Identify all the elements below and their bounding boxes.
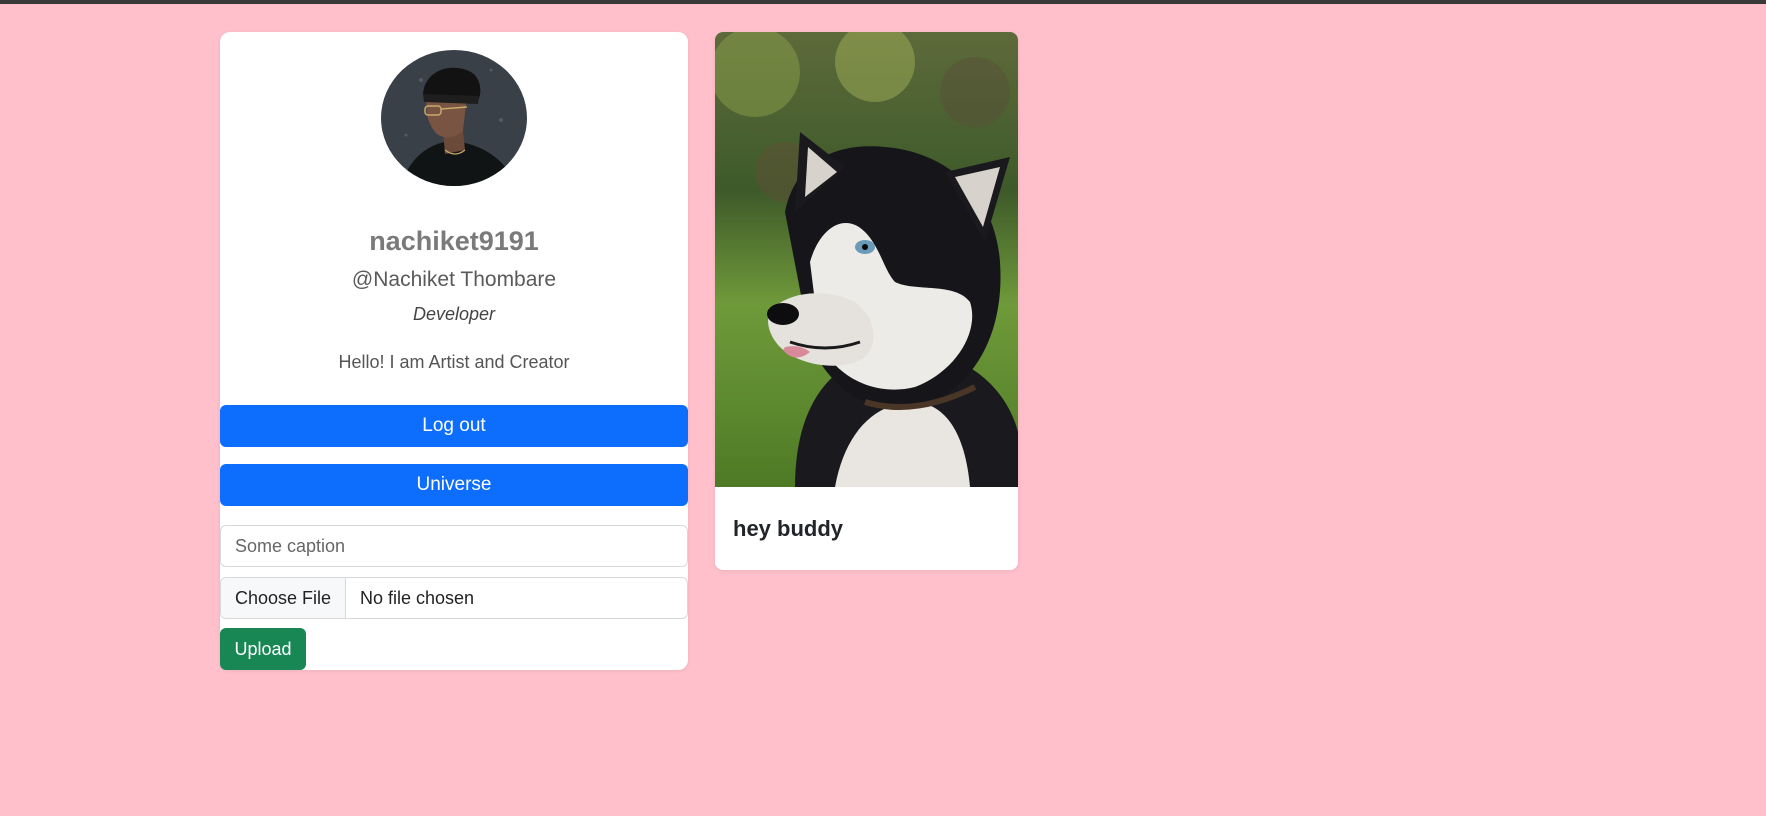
- universe-button[interactable]: Universe: [220, 464, 688, 506]
- avatar: [381, 50, 527, 186]
- post-caption: hey buddy: [733, 516, 844, 541]
- post-image[interactable]: [715, 32, 1018, 487]
- profile-handle: @Nachiket Thombare: [351, 268, 557, 291]
- husky-dog-icon: [715, 32, 1018, 487]
- choose-file-button[interactable]: Choose File: [221, 578, 346, 618]
- profile-bio: Hello! I am Artist and Creator: [338, 352, 570, 372]
- window-top-border: [0, 0, 1766, 4]
- profile-card: nachiket9191 @Nachiket Thombare Develope…: [220, 32, 688, 670]
- person-avatar-icon: [381, 50, 527, 186]
- logout-button[interactable]: Log out: [220, 405, 688, 447]
- post-card[interactable]: hey buddy: [715, 32, 1018, 570]
- file-input[interactable]: Choose File No file chosen: [220, 577, 688, 619]
- profile-username: nachiket9191: [369, 226, 539, 256]
- upload-button[interactable]: Upload: [220, 628, 306, 670]
- profile-role: Developer: [412, 304, 496, 324]
- file-status-text: No file chosen: [360, 587, 475, 608]
- caption-input[interactable]: [220, 525, 688, 567]
